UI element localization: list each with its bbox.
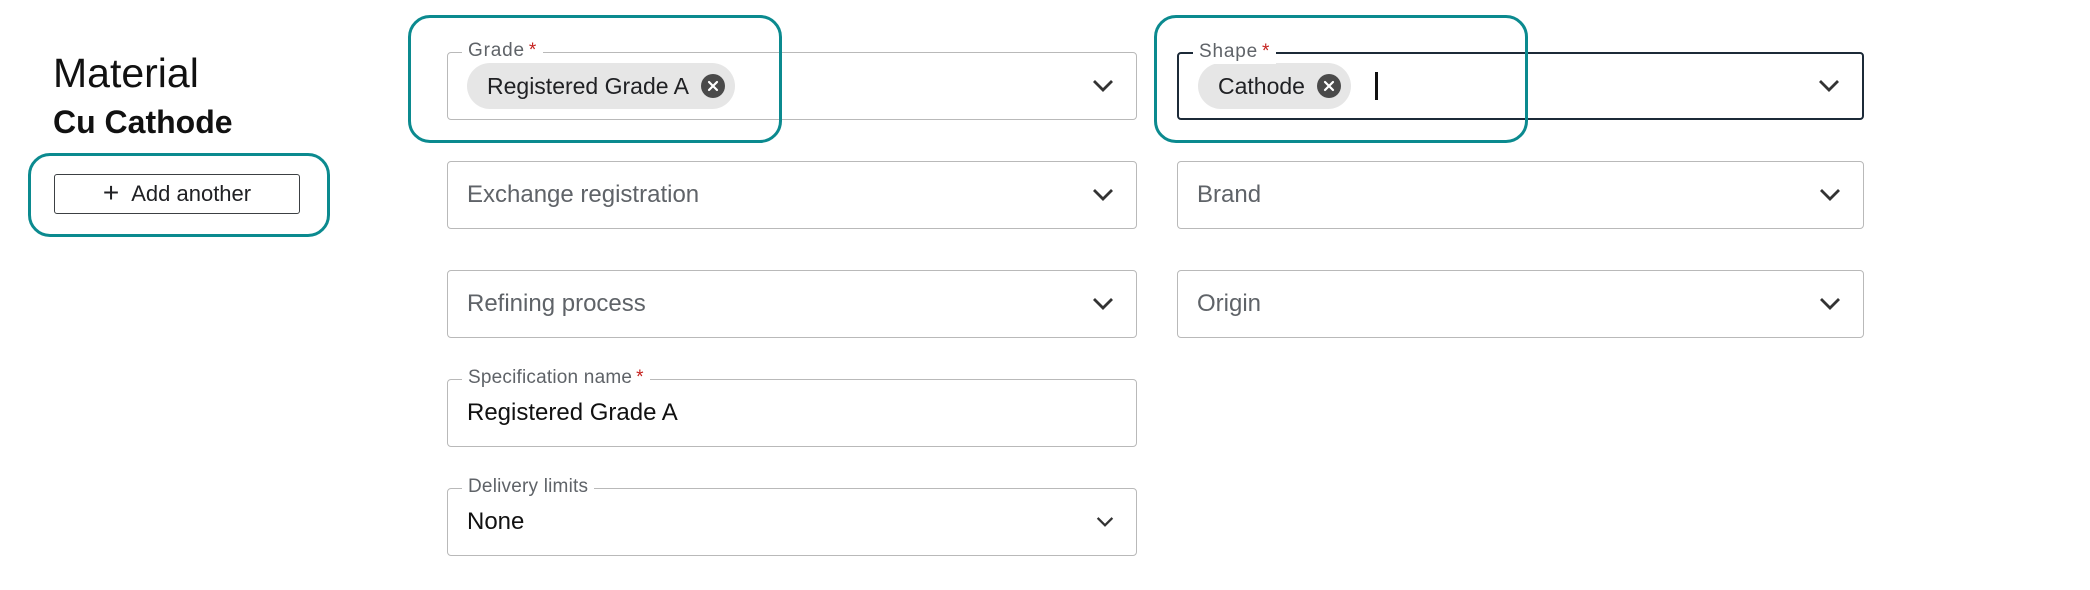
exchange-registration-placeholder: Exchange registration xyxy=(467,181,700,208)
origin-select[interactable]: Origin xyxy=(1177,270,1864,338)
brand-select[interactable]: Brand xyxy=(1177,161,1864,229)
chevron-down-icon[interactable] xyxy=(1819,188,1841,202)
chevron-down-icon[interactable] xyxy=(1818,79,1840,93)
chevron-down-icon[interactable] xyxy=(1092,297,1114,311)
add-another-label: Add another xyxy=(131,181,252,206)
material-title: Material xyxy=(53,50,199,96)
refining-process-placeholder: Refining process xyxy=(467,290,646,317)
exchange-registration-select[interactable]: Exchange registration xyxy=(447,161,1137,229)
brand-placeholder: Brand xyxy=(1197,181,1262,208)
add-another-button[interactable]: + Add another xyxy=(54,174,300,214)
shape-highlight xyxy=(1154,15,1528,143)
material-value: Cu Cathode xyxy=(53,104,233,140)
specification-name-value: Registered Grade A xyxy=(467,399,678,426)
grade-highlight xyxy=(408,15,782,143)
delivery-limits-value: None xyxy=(467,508,525,535)
chevron-down-icon[interactable] xyxy=(1092,79,1114,93)
plus-icon: + xyxy=(102,177,120,208)
chevron-down-icon[interactable] xyxy=(1096,516,1114,528)
delivery-limits-label: Delivery limits xyxy=(462,475,595,499)
chevron-down-icon[interactable] xyxy=(1092,188,1114,202)
specification-name-field[interactable]: Specification name * Registered Grade A xyxy=(447,366,1137,447)
origin-placeholder: Origin xyxy=(1197,290,1262,317)
delivery-limits-select[interactable]: Delivery limits None xyxy=(447,475,1137,556)
refining-process-select[interactable]: Refining process xyxy=(447,270,1137,338)
specification-name-label: Specification name * xyxy=(462,366,650,390)
chevron-down-icon[interactable] xyxy=(1819,297,1841,311)
